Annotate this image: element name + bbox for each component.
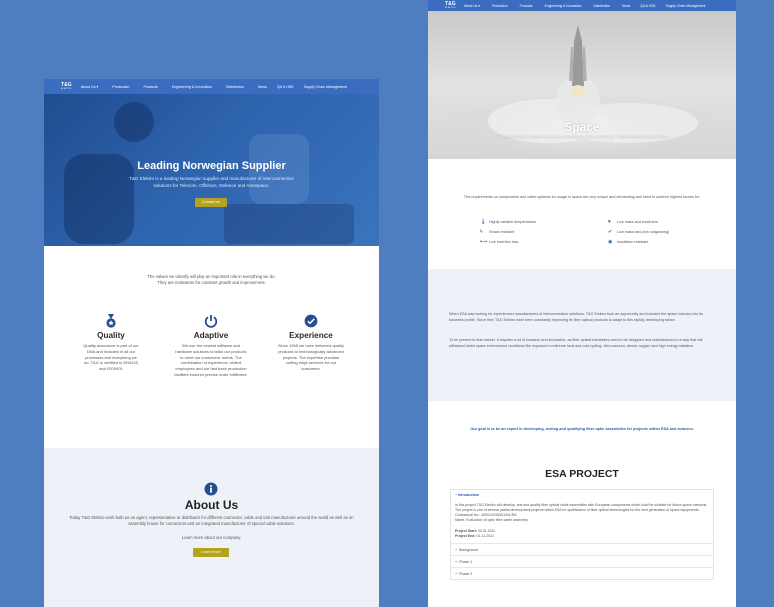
check-icon: ✔ [608,229,613,235]
plus-icon: + [455,571,458,576]
requirement-item: ✔ Low mass loss (low outgassing) [608,229,670,235]
requirements-intro: The requirements on components and cable… [463,195,701,199]
nav-item-production[interactable]: Production [492,4,508,8]
accordion-item-background[interactable]: + Background [451,543,713,555]
esa-project-section: ESA PROJECT − Introduction In this proje… [428,461,736,607]
nav-item-products[interactable]: Products [144,85,158,89]
learn-more-button[interactable]: Learn more [193,548,229,557]
check-circle-icon [304,314,318,328]
nav-item-news[interactable]: News [622,4,630,8]
nav-item-engineering[interactable]: Engineering & Innovation [172,85,212,89]
requirements-section: The requirements on components and cable… [428,159,736,269]
esa-paragraph-1: When ESA was looking for experienced man… [449,312,703,322]
about-section: About Us Today T&G Elektro work both as … [44,448,379,607]
contact-us-button[interactable]: Contact us [195,198,227,207]
nav-item-qa-hse[interactable]: QA & HSE [640,4,655,8]
heart-icon: ♥ [608,219,611,225]
nav-item-distribution[interactable]: Distribution [594,4,611,8]
hero-text: T&G Elektro is a leading Norwegian suppl… [129,176,294,188]
values-intro: The values we identify will play an impo… [147,274,276,286]
nav-item-about[interactable]: About Us ▾ [464,4,480,8]
esa-project-title: ESA PROJECT [545,468,619,480]
nav-item-production[interactable]: Production [112,85,129,89]
space-title: Space [564,120,600,134]
feature-quality: Quality Quality assurance is part of our… [71,314,151,372]
home-page-preview: T&G ELEKTRO About Us ▾ Production Produc… [44,79,379,607]
space-hero-banner: Space The space industry demands connect… [428,11,736,159]
eye-icon: ◉ [608,239,613,245]
accordion-header-introduction[interactable]: − Introduction [455,493,709,497]
feature-adaptive: Adaptive We use the newest software and … [171,314,251,378]
requirement-item: ϟ Shock resistant [480,229,515,235]
space-page-preview: T&G ELEKTRO About Us ▾ Production Produc… [428,0,736,607]
about-title: About Us [184,498,239,512]
esa-paragraph-2: To be present in that market, it require… [449,338,703,348]
requirement-item: ⟷ Low insertion loss [480,239,519,245]
space-subtitle: The space industry demands connection te… [494,135,670,139]
main-navigation: T&G ELEKTRO About Us ▾ Production Produc… [44,79,379,94]
requirement-item: 🌡 Highly variable temperatures [480,219,536,225]
thermometer-icon: 🌡 [480,219,487,225]
info-icon [204,482,218,496]
accordion-item-phase-1[interactable]: + Phase 1 [451,555,713,567]
feature-experience: Experience Since 1955 we have delivered … [271,314,351,372]
nav-item-qa-hse[interactable]: QA & HSE [277,85,294,89]
nav-item-products[interactable]: Products [520,4,533,8]
introduction-text: In this project T&G Elektro will develop… [455,503,708,539]
nav-item-engineering[interactable]: Engineering & Innovation [545,4,582,8]
nav-item-distribution[interactable]: Distribution [226,85,244,89]
chevron-down-icon: ▾ [478,3,480,8]
medal-icon [104,314,118,328]
goal-section: Our goal is to be an expert in developin… [428,401,736,461]
minus-icon: − [455,493,458,497]
company-logo[interactable]: T&G ELEKTRO [61,83,72,91]
lightning-icon: ϟ [480,229,483,235]
project-accordion: − Introduction In this project T&G Elekt… [450,489,714,581]
main-navigation: T&G ELEKTRO About Us ▾ Production Produc… [428,0,736,11]
requirement-item: ♥ Low mass and small size [608,219,658,225]
hero-photo-shape [224,204,354,244]
power-icon [204,314,218,328]
nav-item-about[interactable]: About Us ▾ [81,85,99,89]
values-section: The values we identify will play an impo… [44,246,379,448]
learn-more-text: Learn more about our company. [181,535,242,540]
plus-icon: + [455,559,458,564]
goal-text: Our goal is to be an expert in developin… [470,427,694,431]
esa-background-section: When ESA was looking for experienced man… [428,269,736,401]
about-text: Today T&G Elektro work both as an agent,… [69,515,354,527]
requirement-item: ◉ Irradiation resistant [608,239,649,245]
chevron-down-icon: ▾ [96,84,99,89]
accordion-item-phase-2[interactable]: + Phase 2 [451,567,713,579]
hero-title: Leading Norwegian Supplier [137,160,286,172]
plus-icon: + [455,547,458,552]
hero-photo-shape [114,102,154,142]
company-logo[interactable]: T&G ELEKTRO [445,2,456,10]
hero-banner: Leading Norwegian Supplier T&G Elektro i… [44,94,379,246]
arrows-icon: ⟷ [480,239,488,245]
nav-item-supply-chain[interactable]: Supply Chain Management [304,85,347,89]
nav-item-supply-chain[interactable]: Supply Chain Management [666,4,706,8]
accordion-panel-introduction: − Introduction In this project T&G Elekt… [451,490,713,543]
nav-item-news[interactable]: News [258,85,267,89]
